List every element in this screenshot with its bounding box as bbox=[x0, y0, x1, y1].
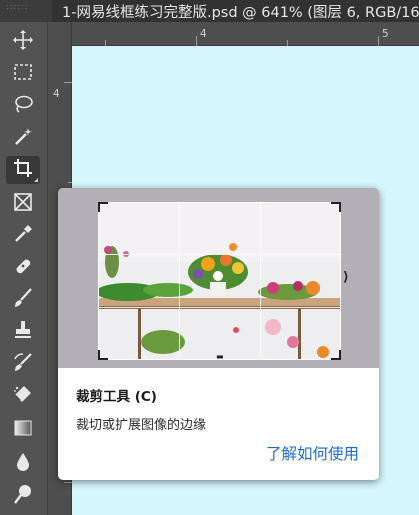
tooltip-description: 裁切或扩展图像的边缘 bbox=[76, 418, 207, 433]
lasso-tool[interactable] bbox=[6, 92, 40, 120]
rectangular-marquee-tool[interactable] bbox=[6, 60, 40, 88]
gradient-icon bbox=[12, 417, 34, 443]
clone-stamp-tool[interactable] bbox=[6, 318, 40, 346]
dodge-icon bbox=[12, 483, 34, 509]
crop-corner-handle bbox=[331, 350, 341, 360]
history-brush-icon bbox=[12, 351, 34, 377]
crop-tool-tooltip: ⟩ ▬ 裁剪工具 (C) 裁切或扩展图像的边缘 了解如何使用 bbox=[58, 188, 379, 480]
droplet-icon bbox=[12, 451, 34, 477]
panel-grip[interactable]: :::::: bbox=[0, 0, 52, 22]
frame-tool[interactable] bbox=[6, 190, 40, 218]
ruler-tick bbox=[196, 36, 197, 46]
ruler-label: 4 bbox=[200, 28, 207, 40]
blur-tool[interactable] bbox=[6, 450, 40, 478]
brush-icon bbox=[12, 287, 34, 313]
crop-corner-handle bbox=[331, 202, 341, 212]
crop-corner-handle bbox=[98, 202, 108, 212]
move-icon bbox=[12, 29, 34, 55]
lasso-icon bbox=[12, 93, 34, 119]
marquee-icon bbox=[12, 61, 34, 87]
document-tab[interactable]: :::::: 1-网易线框练习完整版.psd @ 641% (图层 6, RGB… bbox=[0, 0, 419, 22]
tool-group-indicator bbox=[34, 178, 38, 182]
brush-tool[interactable] bbox=[6, 286, 40, 314]
eraser-tool[interactable] bbox=[6, 382, 40, 410]
dodge-tool[interactable] bbox=[6, 482, 40, 510]
crop-side-handle-icon: ⟩ bbox=[343, 270, 349, 285]
crop-corner-handle bbox=[98, 350, 108, 360]
tools-panel bbox=[0, 22, 48, 515]
stamp-icon bbox=[12, 319, 34, 345]
tooltip-title: 裁剪工具 (C) bbox=[76, 389, 157, 405]
gradient-tool[interactable] bbox=[6, 416, 40, 444]
move-tool[interactable] bbox=[6, 28, 40, 56]
crop-icon bbox=[12, 157, 34, 183]
frame-icon bbox=[12, 191, 34, 217]
eyedropper-icon bbox=[12, 223, 34, 249]
ruler-tick bbox=[64, 82, 72, 83]
history-brush-tool[interactable] bbox=[6, 350, 40, 378]
learn-how-link[interactable]: 了解如何使用 bbox=[266, 442, 359, 464]
crop-bottom-handle-icon: ▬ bbox=[216, 352, 224, 361]
tooltip-preview: ⟩ ▬ bbox=[58, 188, 379, 368]
ruler-tick bbox=[378, 36, 379, 46]
ruler-label: 5 bbox=[382, 28, 389, 40]
crop-frame bbox=[98, 202, 341, 360]
eraser-icon bbox=[12, 383, 34, 409]
healing-brush-tool[interactable] bbox=[6, 254, 40, 282]
magic-wand-tool[interactable] bbox=[6, 124, 40, 152]
crop-tool[interactable] bbox=[6, 156, 40, 184]
bandage-icon bbox=[12, 255, 34, 281]
magic-wand-icon bbox=[12, 125, 34, 151]
horizontal-ruler[interactable]: 4 5 bbox=[72, 22, 419, 46]
document-title[interactable]: 1-网易线框练习完整版.psd @ 641% (图层 6, RGB/16 bbox=[62, 1, 419, 22]
ruler-tick bbox=[64, 482, 72, 483]
eyedropper-tool[interactable] bbox=[6, 222, 40, 250]
ruler-label: 4 bbox=[53, 88, 60, 100]
